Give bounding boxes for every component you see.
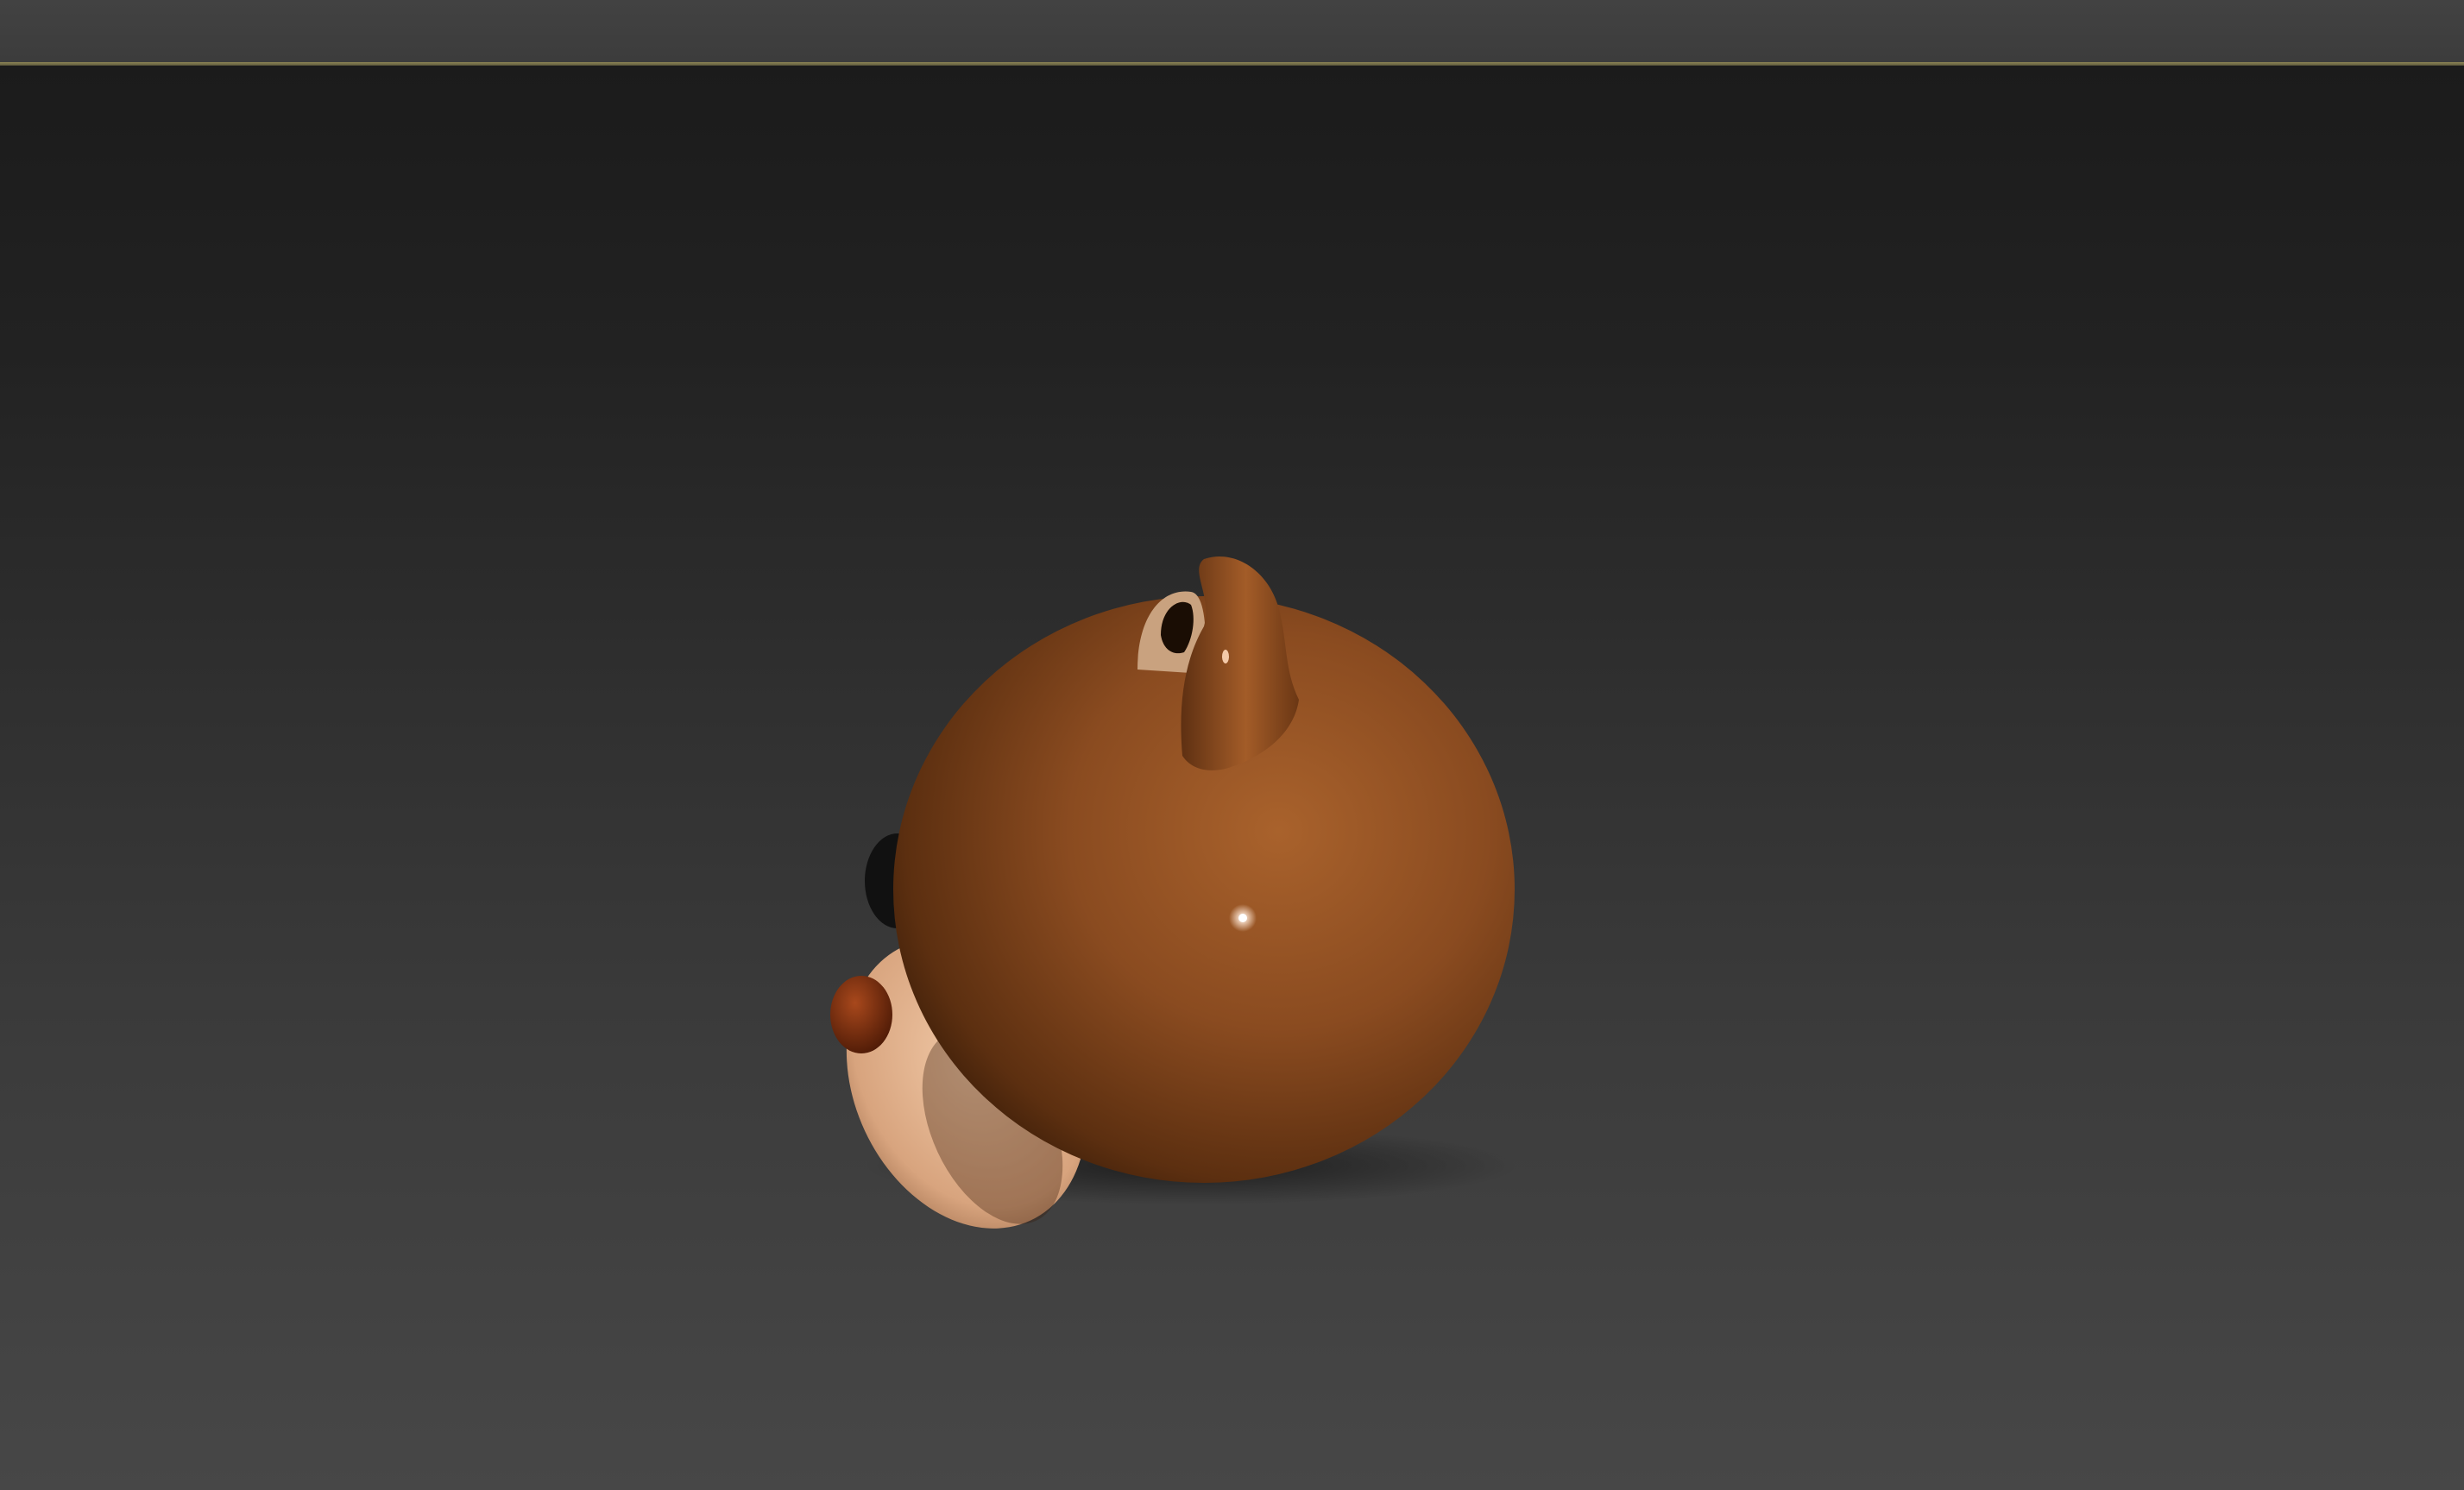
bear-nose[interactable] <box>830 976 892 1053</box>
toolbar-strip <box>0 0 2464 62</box>
app-window <box>0 0 2464 1490</box>
3d-viewport[interactable] <box>0 66 2464 1490</box>
specular-core <box>1238 914 1247 922</box>
viewport-scene[interactable] <box>0 66 2464 1490</box>
bear-ear-highlight <box>1222 650 1229 663</box>
